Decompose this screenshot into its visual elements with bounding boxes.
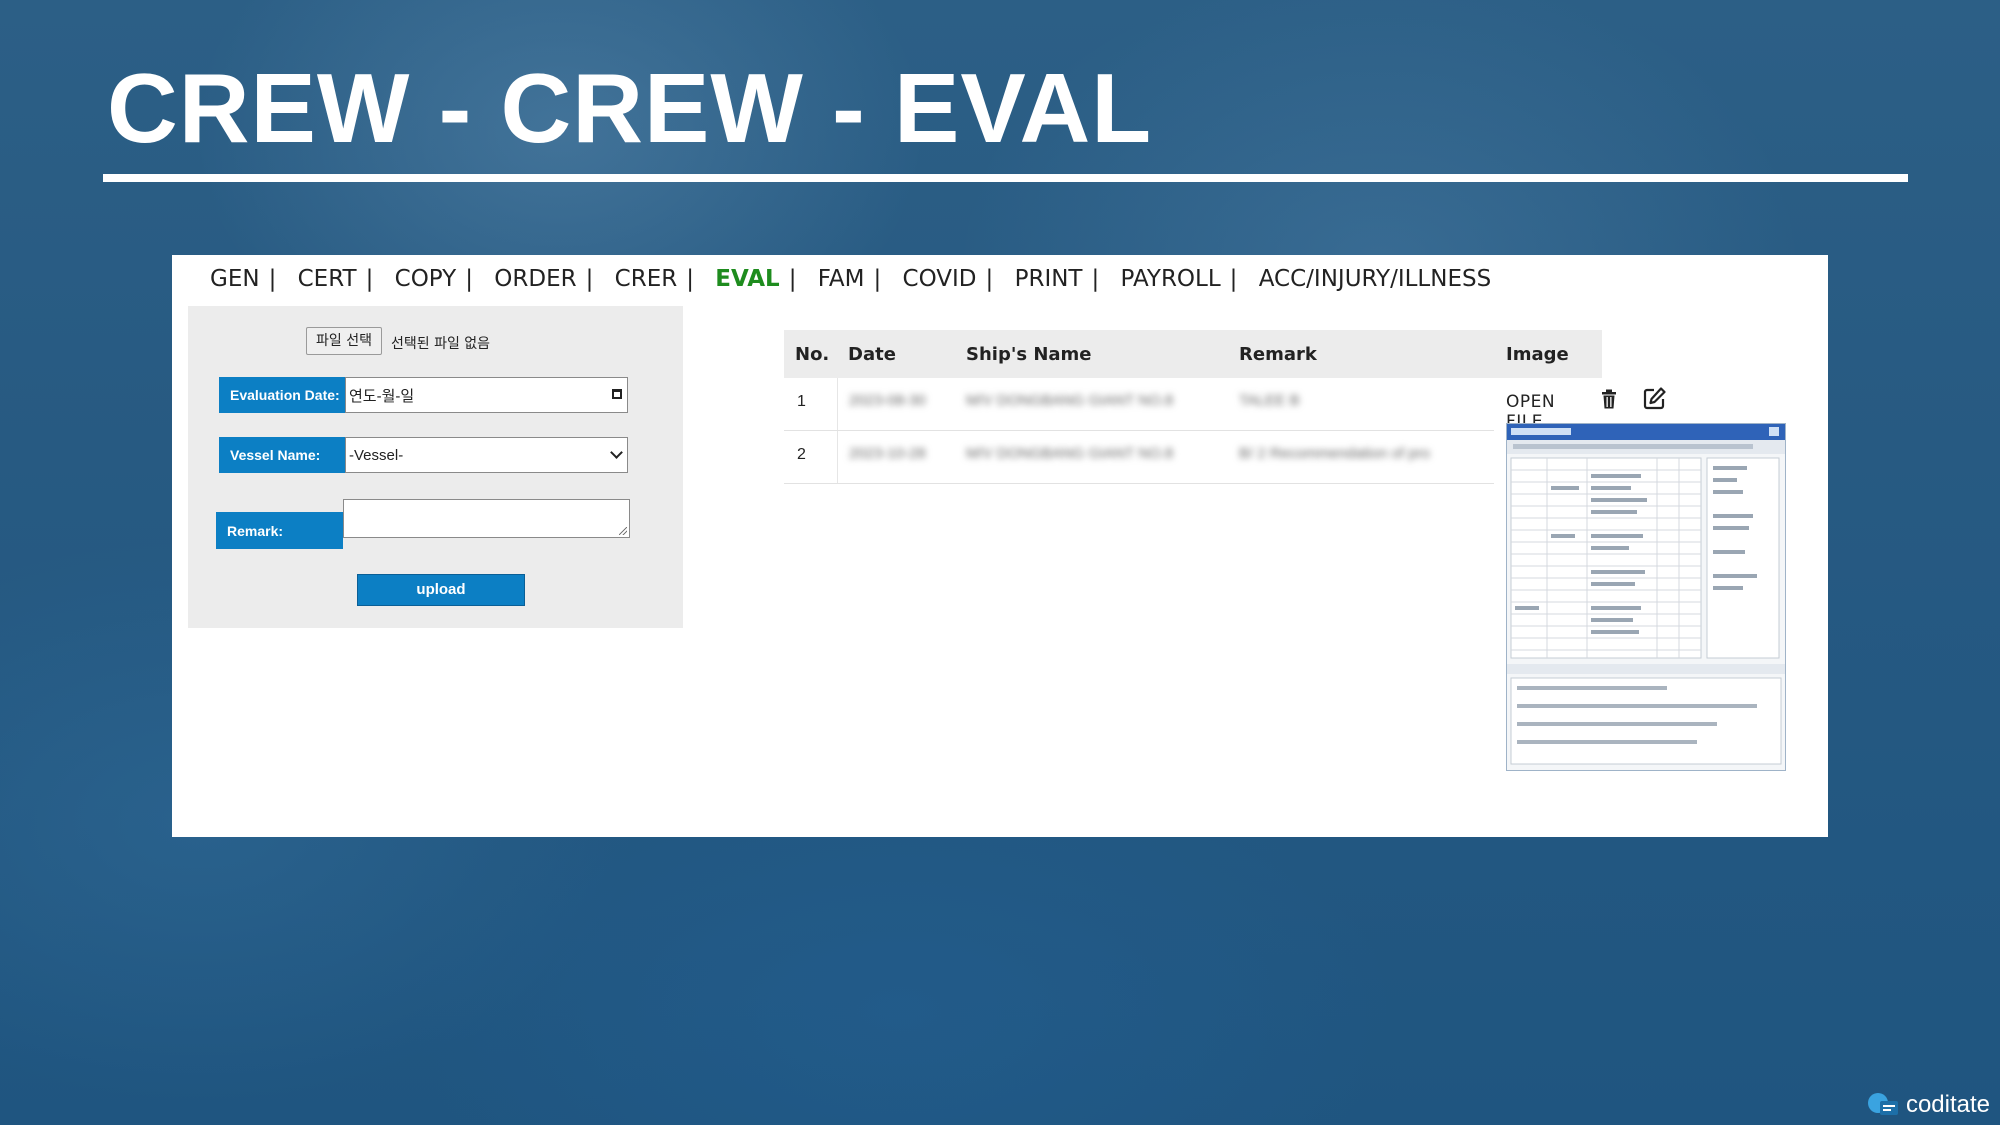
nav-separator: | [686, 266, 694, 292]
tab-payroll[interactable]: PAYROLL [1121, 266, 1221, 292]
edit-icon[interactable] [1641, 386, 1667, 417]
nav-separator: | [465, 266, 473, 292]
tab-gen[interactable]: GEN [210, 266, 260, 292]
nav-separator: | [585, 266, 594, 292]
evaluation-date-label: Evaluation Date: [219, 377, 345, 413]
tab-eval[interactable]: EVAL [715, 266, 779, 292]
row-ship-name: M/V DONGBANG GIANT NO.8 [966, 392, 1174, 409]
tab-fam[interactable]: FAM [818, 266, 865, 292]
slide-title: CREW - CREW - EVAL [107, 53, 1153, 163]
trash-icon[interactable] [1599, 388, 1619, 415]
choose-file-button[interactable]: 파일 선택 [306, 327, 382, 355]
brand-logo: coditate [1866, 1091, 1990, 1119]
brand-name: coditate [1905, 1091, 1990, 1118]
row-date: 2023-10-28 [849, 445, 926, 462]
evaluation-date-field[interactable]: 연도-월-일 [345, 377, 628, 413]
chevron-down-icon [610, 446, 623, 459]
table-row[interactable]: 2 2023-10-28 M/V DONGBANG GIANT NO.8 B/ … [784, 431, 1494, 484]
tab-cert[interactable]: CERT [298, 266, 357, 292]
row-index-cell [784, 378, 838, 430]
nav-separator: | [1229, 266, 1238, 292]
tab-copy[interactable]: COPY [395, 266, 457, 292]
nav-separator: | [365, 266, 374, 292]
column-header-image: Image [1506, 344, 1569, 365]
row-number: 1 [797, 393, 806, 410]
tab-print[interactable]: PRINT [1015, 266, 1083, 292]
evaluation-upload-form: 파일 선택 선택된 파일 없음 Evaluation Date: 연도-월-일 … [188, 306, 683, 628]
title-divider [103, 174, 1908, 182]
nav-separator: | [985, 266, 994, 292]
vessel-name-label: Vessel Name: [219, 437, 345, 473]
table-header: No. Date Ship's Name Remark Image [784, 330, 1602, 378]
file-status-text: 선택된 파일 없음 [391, 336, 491, 352]
resize-handle-icon[interactable] [619, 527, 627, 535]
column-header-no: No. [795, 344, 830, 365]
evaluation-date-placeholder: 연도-월-일 [349, 387, 415, 405]
row-ship-name: M/V DONGBANG GIANT NO.8 [966, 445, 1174, 462]
tab-acc-injury-illness[interactable]: ACC/INJURY/ILLNESS [1259, 266, 1491, 292]
calendar-icon[interactable] [612, 389, 622, 399]
app-panel: GEN | CERT | COPY | ORDER | CRER | EVAL | FAM |… [172, 255, 1828, 837]
nav-separator: | [268, 266, 277, 292]
vessel-name-select[interactable]: -Vessel- [345, 437, 628, 473]
vessel-selected-value: -Vessel- [349, 446, 404, 464]
column-header-remark: Remark [1239, 344, 1317, 365]
row-number: 2 [797, 446, 806, 463]
remark-label: Remark: [216, 512, 343, 549]
row-index-cell [784, 431, 838, 483]
image-thumbnail[interactable] [1506, 423, 1786, 771]
column-header-date: Date [848, 344, 896, 365]
brand-icon [1867, 1093, 1898, 1115]
nav-separator: | [1091, 266, 1100, 292]
row-remark: B/ 2 Recommendation of pro [1239, 445, 1430, 462]
tab-covid[interactable]: COVID [903, 266, 977, 292]
row-date: 2023-08-30 [849, 392, 926, 409]
crew-tab-nav: GEN | CERT | COPY | ORDER | CRER | EVAL | FAM |… [210, 266, 1500, 292]
table-row[interactable]: 1 2023-08-30 M/V DONGBANG GIANT NO.8 TAL… [784, 378, 1494, 431]
column-header-ship-name: Ship's Name [966, 344, 1092, 365]
upload-button[interactable]: upload [357, 574, 525, 606]
row-remark: TALEE B [1239, 392, 1300, 409]
remark-textarea[interactable] [343, 499, 630, 538]
tab-order[interactable]: ORDER [494, 266, 576, 292]
tab-crer[interactable]: CRER [615, 266, 678, 292]
nav-separator: | [873, 266, 882, 292]
nav-separator: | [788, 266, 797, 292]
